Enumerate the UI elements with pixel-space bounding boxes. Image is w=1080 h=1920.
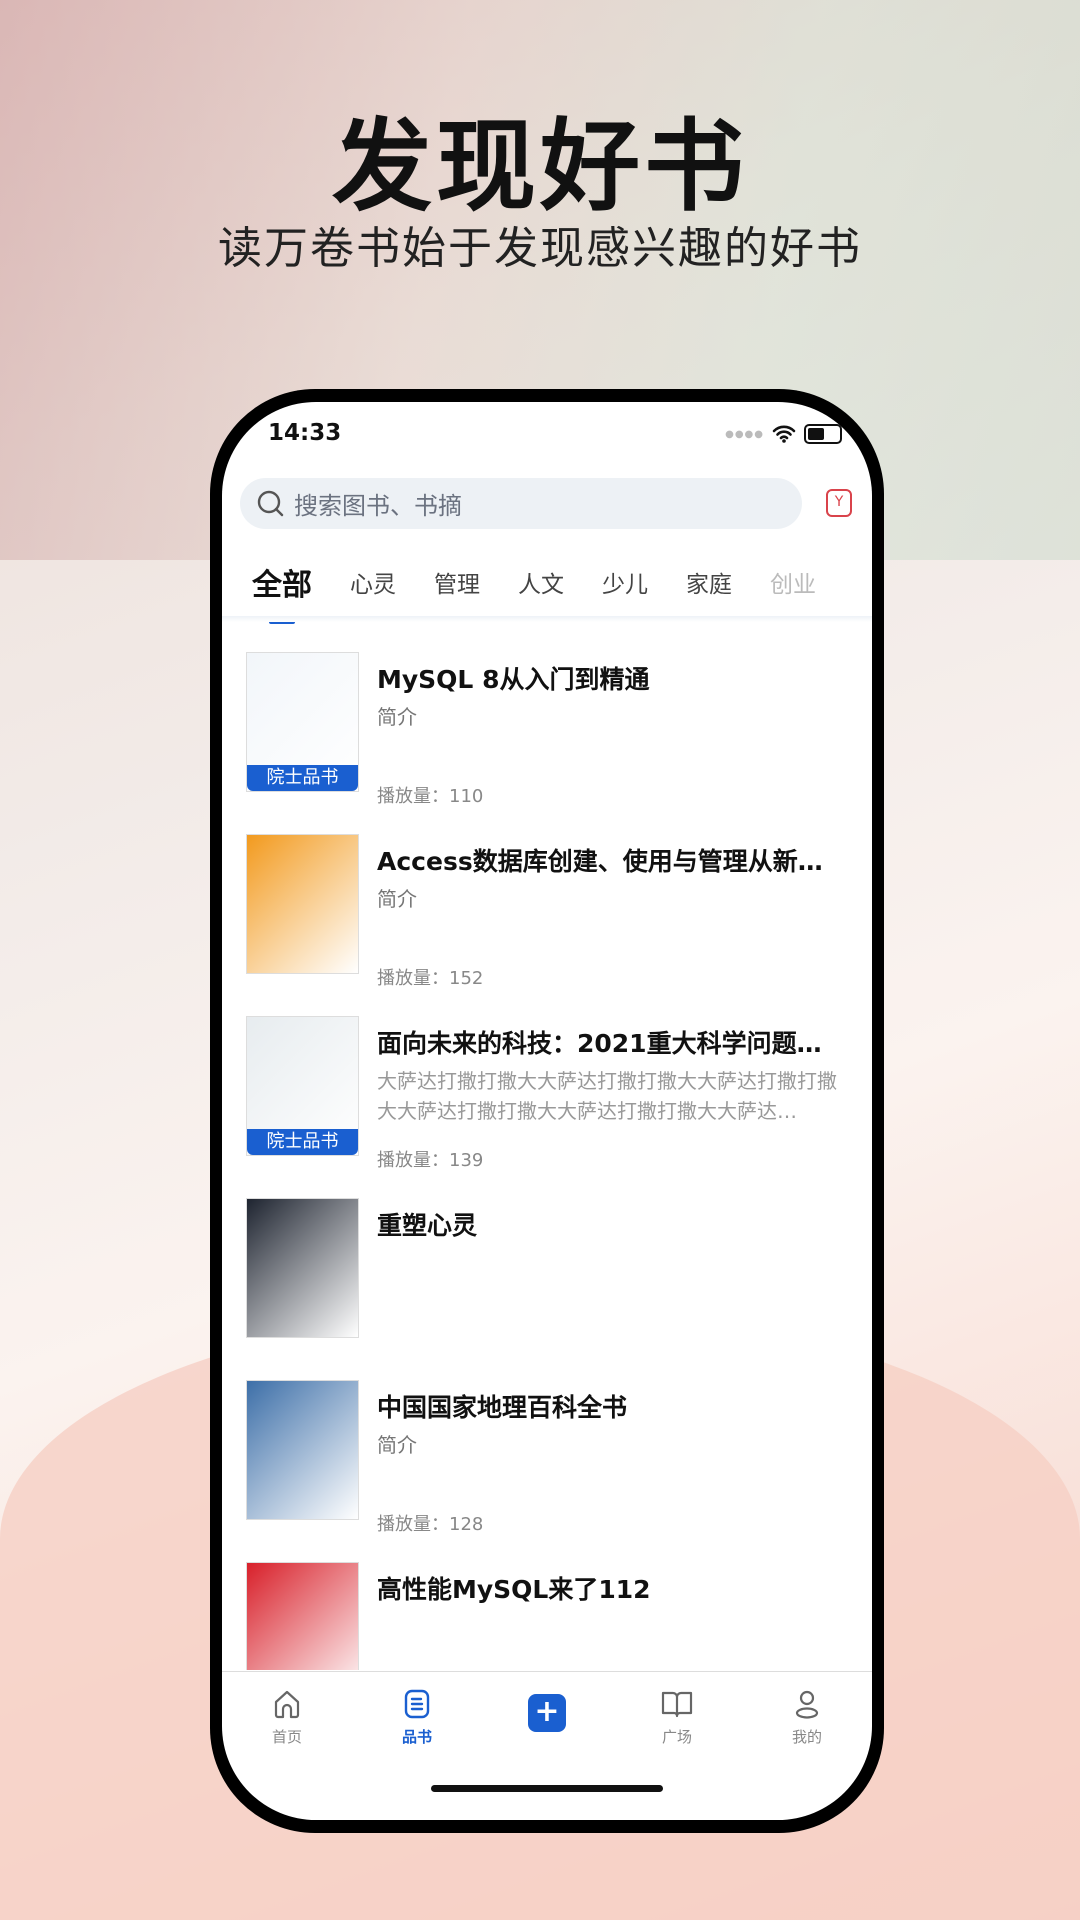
wifi-icon (772, 425, 796, 443)
home-icon (274, 1690, 300, 1719)
book-cover[interactable]: 院士品书 (246, 1016, 359, 1156)
nav-label: 广场 (661, 1728, 692, 1746)
book-title[interactable]: Access数据库创建、使用与管理从新… (377, 842, 837, 878)
book-list-item[interactable]: 院士品书 面向未来的科技：2021重大科学问题… 大萨达打撒打撒大大萨达打撒打撒大大… (222, 1016, 872, 1196)
home-indicator[interactable] (431, 1785, 663, 1792)
book-open-icon (661, 1691, 693, 1718)
book-cover[interactable] (246, 834, 359, 974)
nav-label: 品书 (401, 1728, 432, 1746)
bottom-nav: 首页 品书 + 广场 我的 (222, 1671, 872, 1781)
tab-startup[interactable]: 创业 (770, 565, 816, 599)
tab-divider (222, 616, 872, 622)
category-tabs: 全部 心灵 管理 人文 少儿 家庭 创业 (222, 552, 872, 624)
book-cover[interactable] (246, 1198, 359, 1338)
book-title[interactable]: MySQL 8从入门到精通 (377, 660, 837, 696)
phone-screen: 14:33 ●●●● 搜索图书、书摘 Y 全部 心灵 管理 人文 少儿 家庭 创… (222, 402, 872, 1820)
book-title[interactable]: 中国国家地理百科全书 (377, 1388, 837, 1424)
book-summary: 大萨达打撒打撒大大萨达打撒打撒大大萨达打撒打撒大大萨达打撒打撒大大萨达打撒打撒大… (377, 1069, 837, 1123)
book-title[interactable]: 面向未来的科技：2021重大科学问题… (377, 1024, 837, 1060)
book-list-item[interactable]: 院士品书 MySQL 8从入门到精通简介播放量：110 (222, 652, 872, 832)
play-count: 播放量：128 (377, 1514, 484, 1535)
book-summary: 简介 (377, 1433, 417, 1457)
gift-icon[interactable]: Y (826, 489, 852, 517)
badge: 院士品书 (247, 765, 358, 791)
book-cover[interactable]: 院士品书 (246, 652, 359, 792)
search-placeholder: 搜索图书、书摘 (294, 492, 462, 520)
book-cover[interactable] (246, 1562, 359, 1670)
nav-label: 首页 (271, 1728, 302, 1746)
nav-profile[interactable]: 我的 (742, 1672, 872, 1781)
user-icon (795, 1690, 819, 1719)
book-cover[interactable] (246, 1380, 359, 1520)
book-list[interactable]: 院士品书 MySQL 8从入门到精通 简介 播放量：110 Access数据库创建、使用… (222, 652, 872, 1670)
nav-home[interactable]: 首页 (222, 1672, 352, 1781)
phone-frame: 14:33 ●●●● 搜索图书、书摘 Y 全部 心灵 管理 人文 少儿 家庭 创… (210, 389, 884, 1833)
hero-title: 发现好书 (332, 107, 748, 225)
book-list-item[interactable]: 高性能MySQL来了112 (222, 1562, 872, 1670)
book-summary: 简介 (377, 705, 417, 729)
document-icon (404, 1689, 430, 1719)
nav-add[interactable]: + (482, 1672, 612, 1781)
nav-label: 我的 (791, 1728, 822, 1746)
play-count: 播放量：139 (377, 1150, 484, 1171)
book-list-item[interactable]: 中国国家地理百科全书简介播放量：128 (222, 1380, 872, 1560)
battery-icon (804, 424, 842, 444)
signal-icon: ●●●● (725, 428, 764, 440)
tab-humanities[interactable]: 人文 (518, 565, 564, 599)
play-count: 播放量：110 (377, 786, 484, 807)
tab-mind[interactable]: 心灵 (350, 565, 396, 599)
book-title[interactable]: 高性能MySQL来了112 (377, 1570, 837, 1606)
play-count: 播放量：152 (377, 968, 484, 989)
tab-all[interactable]: 全部 (252, 560, 312, 624)
book-list-item[interactable]: 重塑心灵 (222, 1198, 872, 1378)
search-icon (257, 490, 284, 516)
status-icons: ●●●● (725, 424, 842, 444)
nav-square[interactable]: 广场 (612, 1672, 742, 1781)
tab-management[interactable]: 管理 (434, 565, 480, 599)
badge: 院士品书 (247, 1129, 358, 1155)
book-list-item[interactable]: Access数据库创建、使用与管理从新… 简介播放量：152 (222, 834, 872, 1014)
hero-subtitle: 读万卷书始于发现感兴趣的好书 (218, 223, 862, 274)
plus-icon[interactable]: + (528, 1694, 566, 1732)
search-input[interactable]: 搜索图书、书摘 (240, 478, 802, 529)
book-title[interactable]: 重塑心灵 (377, 1206, 837, 1242)
status-time: 14:33 (268, 420, 342, 446)
nav-books[interactable]: 品书 (352, 1672, 482, 1781)
book-summary: 简介 (377, 887, 417, 911)
tab-children[interactable]: 少儿 (602, 565, 648, 599)
tab-family[interactable]: 家庭 (686, 565, 732, 599)
